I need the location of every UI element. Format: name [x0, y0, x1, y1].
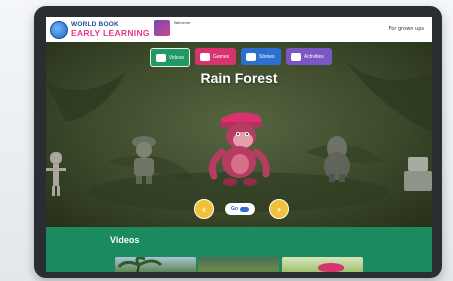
chevron-left-icon: ‹ — [201, 202, 207, 216]
explorer-character[interactable] — [128, 134, 160, 184]
previous-button[interactable]: ‹ — [194, 199, 214, 219]
book-icon — [246, 52, 256, 61]
app-screen: WORLD BOOK EARLY LEARNING Welcome For gr… — [46, 17, 432, 272]
globe-icon — [50, 20, 68, 39]
category-tabs: Videos Games Stories Activities — [150, 48, 332, 67]
for-grown-ups-link[interactable]: For grown ups — [389, 26, 424, 32]
tab-label: Stories — [259, 53, 275, 60]
skeleton-character[interactable] — [46, 152, 68, 197]
tab-videos[interactable]: Videos — [150, 48, 190, 67]
welcome-text: Welcome — [174, 21, 191, 25]
gamepad-icon — [200, 52, 210, 61]
videos-heading: Videos — [110, 235, 140, 245]
page-title: Rain Forest — [200, 70, 278, 86]
logo-line2: EARLY LEARNING — [71, 28, 150, 38]
tab-label: Activities — [304, 53, 324, 60]
video-icon — [156, 53, 166, 62]
bird-thumbnail[interactable] — [282, 257, 363, 272]
videos-section: Videos — [46, 227, 432, 272]
jungle-pond-thumbnail[interactable] — [198, 257, 279, 272]
gorilla-character[interactable] — [206, 108, 274, 188]
go-button[interactable]: Go — [225, 203, 255, 215]
rain-forest-scene: Videos Games Stories Activities Rain For… — [46, 42, 432, 227]
robot-character[interactable] — [404, 157, 432, 191]
go-label: Go — [231, 206, 238, 212]
palm-trees-thumbnail[interactable] — [115, 257, 196, 272]
top-header: WORLD BOOK EARLY LEARNING Welcome For gr… — [46, 17, 432, 43]
tab-games[interactable]: Games — [195, 48, 236, 65]
next-button[interactable]: › — [269, 199, 289, 219]
cloud-icon — [239, 206, 249, 212]
tab-stories[interactable]: Stories — [241, 48, 281, 65]
bird-image — [318, 263, 344, 272]
tab-label: Games — [213, 53, 230, 60]
tab-activities[interactable]: Activities — [286, 48, 332, 65]
avatar[interactable] — [154, 20, 170, 36]
world-book-logo[interactable]: WORLD BOOK EARLY LEARNING — [50, 20, 150, 39]
palette-icon — [291, 52, 301, 61]
dinosaur-character[interactable] — [321, 134, 353, 182]
tab-label: Videos — [168, 54, 184, 61]
chevron-right-icon: › — [276, 202, 282, 216]
